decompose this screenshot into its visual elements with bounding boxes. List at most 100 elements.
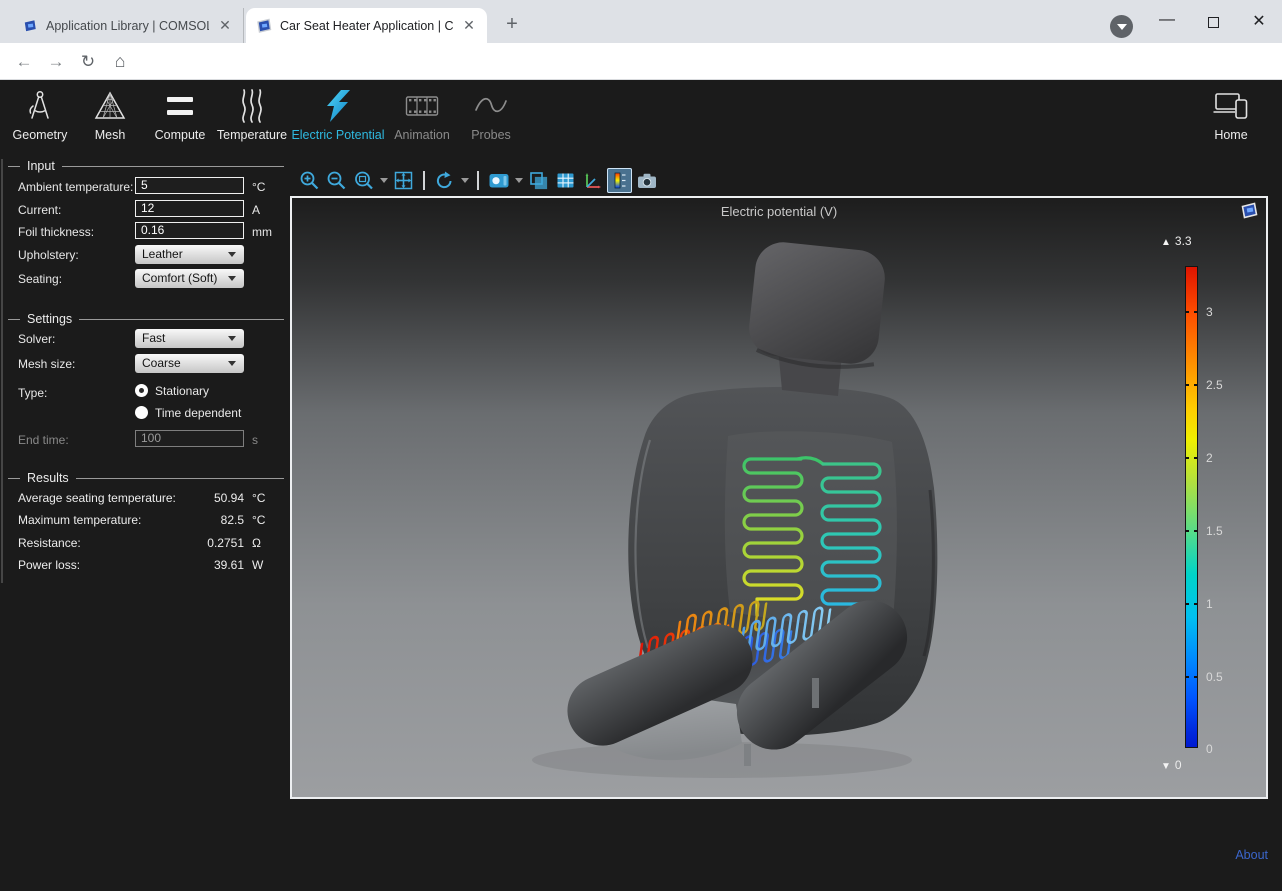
graphics-toolbar <box>290 165 1270 195</box>
result-label: Power loss: <box>18 558 80 572</box>
ribbon-label: Temperature <box>217 128 287 142</box>
equals-icon <box>167 88 193 124</box>
colorbar-min-marker: ▼0 <box>1161 758 1182 772</box>
radio-label: Stationary <box>155 384 209 398</box>
ribbon-label: Mesh <box>95 128 126 142</box>
result-value: 0.2751 <box>128 536 244 550</box>
home-icon[interactable]: ⌂ <box>108 50 132 74</box>
comsol-favicon <box>256 18 272 34</box>
zoom-box-icon[interactable] <box>351 168 376 193</box>
zoom-in-icon[interactable] <box>297 168 322 193</box>
heat-waves-icon <box>239 88 265 124</box>
result-label: Maximum temperature: <box>18 513 141 527</box>
foil-thickness-input[interactable]: 0.16 <box>135 222 244 239</box>
ribbon-label: Animation <box>394 128 450 142</box>
colorbar-tick: 2 <box>1197 450 1223 466</box>
screenshot-camera-icon[interactable] <box>634 168 659 193</box>
about-link[interactable]: About <box>1235 848 1268 862</box>
ribbon-home-button[interactable]: Home <box>1196 88 1266 152</box>
radio-stationary[interactable]: Stationary <box>135 384 209 398</box>
color-legend-icon[interactable] <box>607 168 632 193</box>
result-unit: Ω <box>252 536 261 550</box>
result-row: Maximum temperature: 82.5 °C <box>18 511 284 529</box>
zoom-box-dropdown-icon[interactable] <box>378 168 389 193</box>
result-value: 39.61 <box>128 558 244 572</box>
zoom-out-icon[interactable] <box>324 168 349 193</box>
input-panel: Input Ambient temperature: 5 °C Current:… <box>0 155 288 891</box>
result-row: Resistance: 0.2751 Ω <box>18 534 284 552</box>
radio-time-dependent[interactable]: Time dependent <box>135 406 241 420</box>
window-minimize-icon[interactable]: — <box>1152 10 1182 36</box>
rotate-dropdown-icon[interactable] <box>459 168 470 193</box>
seating-dropdown[interactable]: Comfort (Soft) <box>135 269 244 288</box>
browser-chrome: Application Library | COMSOL Se ✕ Car Se… <box>0 0 1282 80</box>
ribbon-probes-button: Probes <box>456 88 526 152</box>
rotate-view-icon[interactable] <box>432 168 457 193</box>
field-label: Ambient temperature: <box>18 180 133 194</box>
tab-title: Car Seat Heater Application | CO <box>280 19 453 33</box>
ribbon-label: Compute <box>155 128 206 142</box>
new-tab-icon[interactable]: + <box>500 13 524 37</box>
tab-car-seat-heater[interactable]: Car Seat Heater Application | CO ✕ <box>246 8 487 43</box>
forward-icon[interactable]: → <box>44 50 68 74</box>
comsol-app: Geometry Mesh Compute Temperature Electr… <box>0 80 1282 891</box>
ribbon-compute-button[interactable]: Compute <box>144 88 216 152</box>
min-triangle-icon: ▼ <box>1161 761 1171 772</box>
toolbar-separator <box>423 171 425 190</box>
radio-unselected-icon <box>135 406 148 419</box>
reload-icon[interactable]: ↻ <box>76 50 100 74</box>
graphics-window: Electric potential (V) <box>290 165 1270 805</box>
upholstery-dropdown[interactable]: Leather <box>135 245 244 264</box>
compass-icon <box>25 88 55 124</box>
ribbon-label: Home <box>1214 128 1247 142</box>
field-label: Mesh size: <box>18 357 75 371</box>
window-maximize-icon[interactable] <box>1198 10 1228 36</box>
section-title: Input <box>27 159 55 173</box>
ambient-temperature-input[interactable]: 5 <box>135 177 244 194</box>
result-value: 82.5 <box>128 513 244 527</box>
ribbon-label: Electric Potential <box>291 128 384 142</box>
field-row-current: Current: 12 A <box>18 200 284 220</box>
plot-canvas-3d[interactable]: Electric potential (V) <box>290 196 1268 799</box>
car-seat-3d-render <box>292 198 1266 797</box>
mesh-triangle-icon <box>94 88 126 124</box>
tab-close-icon[interactable]: ✕ <box>217 17 233 34</box>
field-label: Type: <box>18 386 47 400</box>
mesh-size-dropdown[interactable]: Coarse <box>135 354 244 373</box>
tab-close-icon[interactable]: ✕ <box>461 17 477 34</box>
field-row-mesh-size: Mesh size: Coarse <box>18 354 284 374</box>
grid-icon[interactable] <box>553 168 578 193</box>
field-row-foil: Foil thickness: 0.16 mm <box>18 222 284 242</box>
scene-light-dropdown-icon[interactable] <box>513 168 524 193</box>
colorbar-tick: 2.5 <box>1197 377 1223 393</box>
field-row-ambient: Ambient temperature: 5 °C <box>18 177 284 197</box>
scene-light-icon[interactable] <box>486 168 511 193</box>
zoom-extents-icon[interactable] <box>391 168 416 193</box>
ribbon-geometry-button[interactable]: Geometry <box>5 88 75 152</box>
axis-orientation-icon[interactable] <box>580 168 605 193</box>
tab-application-library[interactable]: Application Library | COMSOL Se ✕ <box>12 8 244 43</box>
sine-wave-icon <box>473 88 509 124</box>
lightning-bolt-icon <box>323 88 353 124</box>
field-label: Seating: <box>18 272 62 286</box>
solver-dropdown[interactable]: Fast <box>135 329 244 348</box>
toolbar-separator <box>477 171 479 190</box>
browser-update-icon[interactable] <box>1110 15 1133 38</box>
back-icon[interactable]: ← <box>12 50 36 74</box>
radio-label: Time dependent <box>155 406 241 420</box>
result-row: Average seating temperature: 50.94 °C <box>18 489 284 507</box>
browser-toolbar: ← → ↻ ⌂ comsol.com/server-demo/app/car_s… <box>0 43 1282 80</box>
field-row-type: Type: Stationary <box>18 383 284 403</box>
section-title: Settings <box>27 312 72 326</box>
window-close-icon[interactable]: ✕ <box>1244 10 1274 36</box>
tab-title: Application Library | COMSOL Se <box>46 19 209 33</box>
current-input[interactable]: 12 <box>135 200 244 217</box>
colorbar-tick: 0 <box>1197 741 1223 757</box>
field-row-upholstery: Upholstery: Leather <box>18 245 284 265</box>
comsol-favicon <box>22 18 38 34</box>
field-row-type2: Time dependent <box>18 405 284 425</box>
ribbon-electric-potential-button[interactable]: Electric Potential <box>283 88 393 152</box>
ribbon-mesh-button[interactable]: Mesh <box>75 88 145 152</box>
field-label: Current: <box>18 203 61 217</box>
transparency-icon[interactable] <box>526 168 551 193</box>
